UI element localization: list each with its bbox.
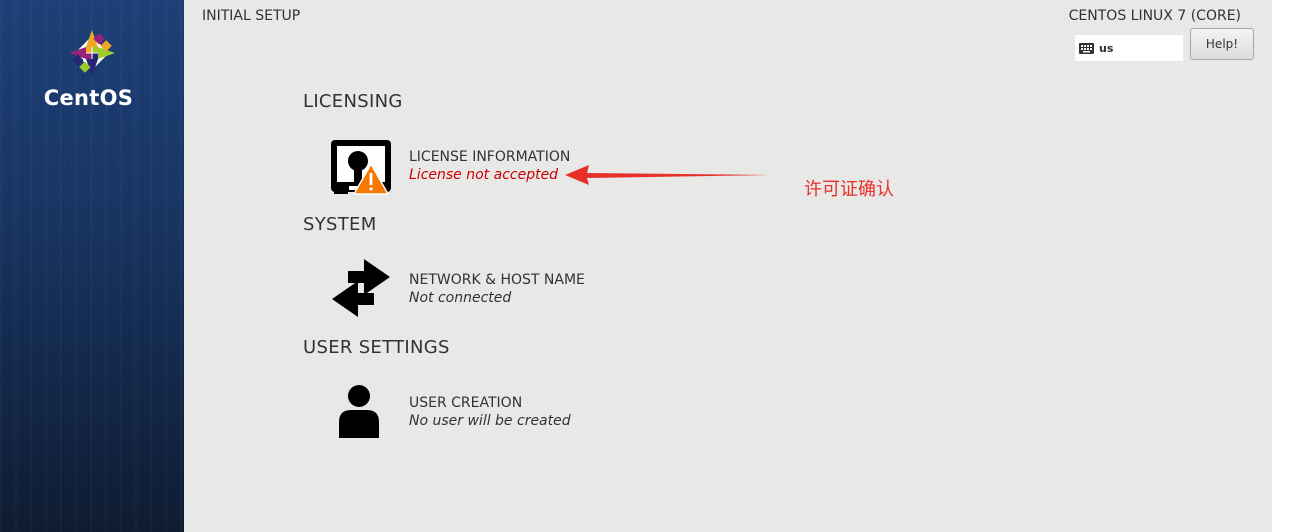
spoke-status-network: Not connected — [409, 290, 512, 306]
keyboard-icon — [1079, 42, 1094, 54]
spoke-title-license: LICENSE INFORMATION — [409, 149, 571, 165]
right-edge — [1272, 0, 1289, 532]
section-title-system: SYSTEM — [303, 214, 377, 235]
license-icon-wrapper — [326, 134, 396, 198]
keyboard-layout-label: us — [1099, 41, 1114, 55]
help-button[interactable]: Help! — [1190, 28, 1254, 60]
license-warning-icon — [331, 140, 391, 195]
logo-text: CentOS — [43, 86, 134, 110]
page-title: INITIAL SETUP — [202, 8, 301, 24]
network-icon-wrapper — [326, 257, 396, 321]
section-title-user-settings: USER SETTINGS — [303, 337, 450, 358]
spoke-user-creation[interactable]: USER CREATION No user will be created — [326, 380, 646, 444]
network-arrows-icon — [332, 259, 390, 317]
keyboard-layout-indicator[interactable]: us — [1075, 35, 1183, 61]
os-title: CENTOS LINUX 7 (CORE) — [1068, 8, 1241, 24]
sidebar: CentOS — [0, 0, 184, 532]
spoke-network-host-name[interactable]: NETWORK & HOST NAME Not connected — [326, 257, 646, 321]
user-silhouette-icon — [339, 385, 379, 438]
centos-logo-icon — [69, 30, 115, 76]
section-title-licensing: LICENSING — [303, 91, 403, 112]
user-icon-wrapper — [326, 380, 396, 444]
spoke-title-user: USER CREATION — [409, 395, 523, 411]
spoke-status-user: No user will be created — [409, 413, 571, 429]
spoke-status-license: License not accepted — [409, 167, 559, 183]
centos-logo: CentOS — [0, 28, 184, 110]
annotation-label: 许可证确认 — [804, 179, 894, 200]
annotation-arrow — [565, 165, 770, 185]
spoke-title-network: NETWORK & HOST NAME — [409, 272, 585, 288]
